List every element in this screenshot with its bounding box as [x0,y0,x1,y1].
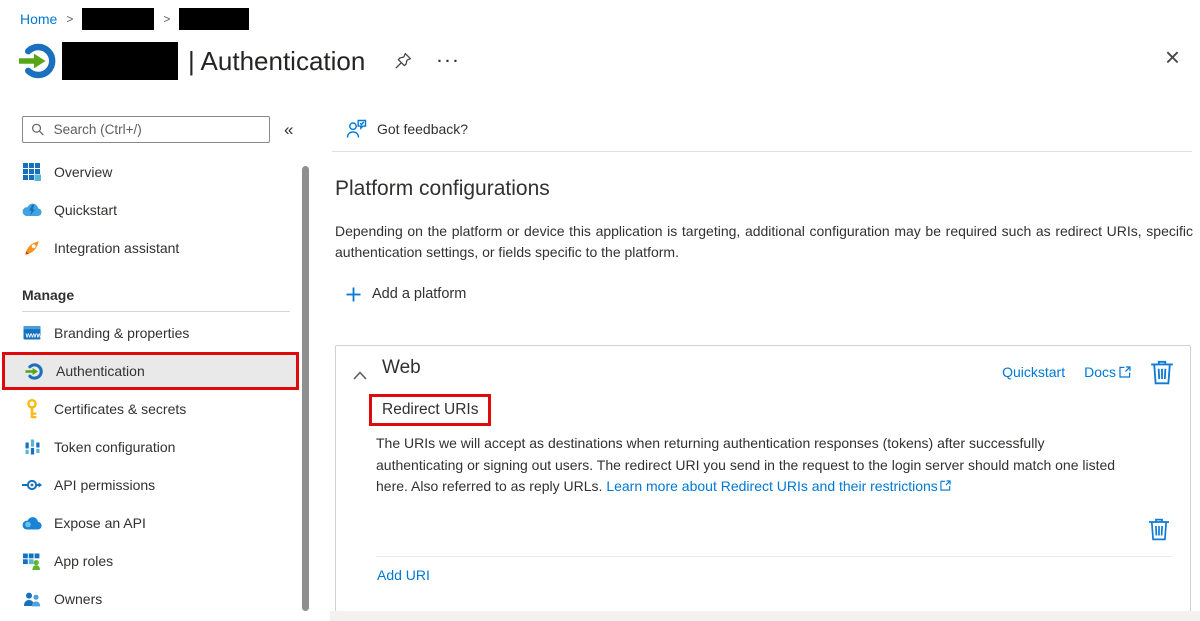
pin-icon[interactable] [393,51,413,71]
page-header: | Authentication ··· [18,41,461,81]
sidebar-item-label: App roles [54,553,113,569]
sidebar-search-row: « [22,116,293,143]
app-registration-icon [18,41,58,81]
close-icon[interactable]: × [1165,44,1180,70]
sidebar-item-label: Integration assistant [54,240,179,256]
breadcrumb: Home > > [20,8,249,30]
sidebar-item-label: API permissions [54,477,155,493]
sidebar-item-label: Owners [54,591,102,607]
app-window: Home > > | Authentication ··· × [0,0,1200,621]
cloud-icon [22,513,42,533]
search-input[interactable] [52,121,261,138]
sidebar-item-owners[interactable]: Owners [0,580,300,618]
people-icon [22,589,42,609]
search-input-wrapper [22,116,270,143]
browser-www-icon: www [22,323,42,343]
cloud-lightning-icon [22,200,42,220]
sidebar-item-label: Branding & properties [54,325,189,341]
platform-configurations-heading: Platform configurations [335,177,550,201]
sidebar-item-api-permissions[interactable]: API permissions [0,466,300,504]
sidebar-item-label: Quickstart [54,202,117,218]
search-icon [31,122,45,137]
platform-configurations-description: Depending on the platform or device this… [335,221,1193,263]
sidebar-item-app-roles[interactable]: App roles [0,542,300,580]
delete-uri-button[interactable] [1148,517,1172,543]
more-options-icon[interactable]: ··· [437,53,461,70]
sidebar-item-label: Expose an API [54,515,146,531]
sidebar-scrollbar[interactable] [302,166,309,611]
sidebar-item-branding[interactable]: www Branding & properties [0,314,300,352]
sidebar-item-overview[interactable]: Overview [0,153,300,191]
got-feedback-label: Got feedback? [377,121,468,137]
redirect-uris-heading: Redirect URIs [369,394,491,426]
grid-person-icon [22,551,42,571]
page-title: | Authentication [188,46,365,77]
sidebar-item-certificates[interactable]: Certificates & secrets [0,390,300,428]
redacted-app-name [62,42,178,80]
docs-link[interactable]: Docs [1084,364,1131,380]
toolbar-divider [332,151,1192,152]
sidebar-item-label: Certificates & secrets [54,401,186,417]
sidebar-item-quickstart[interactable]: Quickstart [0,191,300,229]
grid-icon [22,162,42,182]
got-feedback-button[interactable]: Got feedback? [345,119,468,139]
api-arrow-icon [22,475,42,495]
chevron-up-icon[interactable] [353,367,367,385]
page-bottom-strip [330,611,1200,621]
rocket-icon [22,238,42,258]
chevron-right-icon: > [66,12,73,26]
token-bars-icon [22,437,42,457]
docs-link-label: Docs [1084,364,1116,380]
web-card-actions: Quickstart Docs [1002,359,1174,385]
web-card-title: Web [382,357,421,379]
sidebar-item-token-configuration[interactable]: Token configuration [0,428,300,466]
sidebar-item-label: Overview [54,164,112,180]
external-link-icon [1119,366,1131,378]
redacted-breadcrumb-item[interactable] [179,8,249,30]
sidebar-item-expose-api[interactable]: Expose an API [0,504,300,542]
web-platform-card: Web Quickstart Docs Redirect [335,345,1191,612]
svg-text:www: www [25,333,41,340]
redirect-uris-description: The URIs we will accept as destinations … [376,433,1134,498]
sidebar-nav-manage: www Branding & properties Authentication [0,314,300,618]
collapse-sidebar-icon[interactable]: « [284,120,293,140]
sidebar-item-integration-assistant[interactable]: Integration assistant [0,229,300,267]
external-link-icon [940,480,951,491]
trash-icon [1148,517,1170,541]
plus-icon [346,287,361,302]
feedback-person-icon [345,119,367,139]
delete-platform-button[interactable] [1150,359,1174,385]
redacted-breadcrumb-item[interactable] [82,8,154,30]
sidebar-section-manage: Manage [22,281,74,309]
app-auth-icon [24,361,44,381]
key-icon [22,399,42,419]
learn-more-link[interactable]: Learn more about Redirect URIs and their… [606,478,937,494]
add-platform-label: Add a platform [372,286,466,302]
sidebar-item-label: Token configuration [54,439,175,455]
sidebar-nav-general: Overview Quickstart Integration assistan… [0,153,300,267]
sidebar-item-label: Authentication [56,363,145,379]
add-uri-link[interactable]: Add URI [377,567,430,583]
sidebar-item-authentication[interactable]: Authentication [2,352,299,390]
chevron-right-icon: > [163,12,170,26]
trash-icon [1150,359,1174,385]
uri-row-divider [376,556,1172,557]
quickstart-link[interactable]: Quickstart [1002,364,1065,380]
breadcrumb-home-link[interactable]: Home [20,11,57,27]
add-platform-button[interactable]: Add a platform [346,286,466,302]
section-divider [22,311,290,312]
